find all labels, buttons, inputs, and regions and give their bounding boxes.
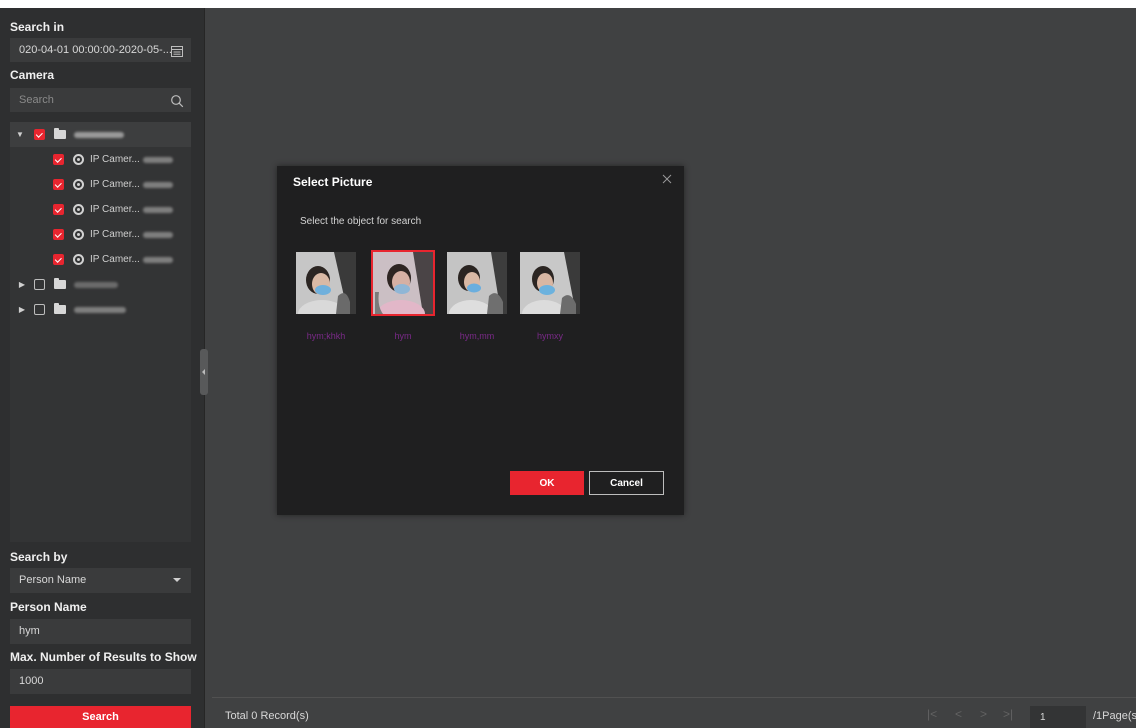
person-name-value: hym [19, 625, 40, 637]
page-number-input[interactable]: 1 [1030, 706, 1086, 728]
time-range-field[interactable]: 020-04-01 00:00:00-2020-05-... [10, 38, 191, 62]
device-checkbox[interactable] [34, 129, 45, 140]
total-records: Total 0 Record(s) [225, 710, 309, 722]
picture-thumbnail[interactable] [296, 252, 356, 314]
camera-address-redacted [142, 206, 173, 213]
next-page-icon[interactable]: > [980, 707, 987, 721]
dialog-instructions: Select the object for search [300, 216, 422, 227]
calendar-icon[interactable] [170, 43, 184, 57]
search-sidebar: Search in 020-04-01 00:00:00-2020-05-...… [0, 8, 205, 728]
chevron-right-icon[interactable]: ▶ [17, 305, 27, 315]
folder-icon [54, 278, 66, 289]
person-name-label: Person Name [10, 600, 87, 614]
max-results-input[interactable]: 1000 [10, 669, 191, 694]
tree-camera-row[interactable]: IP Camer... [10, 172, 191, 197]
tree-camera-row[interactable]: IP Camer... [10, 247, 191, 272]
camera-checkbox[interactable] [53, 179, 64, 190]
camera-checkbox[interactable] [53, 204, 64, 215]
camera-name: IP Camer... [90, 254, 140, 265]
previous-page-icon[interactable]: < [955, 707, 962, 721]
camera-address-redacted [142, 181, 173, 188]
camera-icon [73, 204, 84, 215]
search-by-value: Person Name [19, 574, 87, 586]
person-name-input[interactable]: hym [10, 619, 191, 644]
picture-thumbnail[interactable] [520, 252, 580, 314]
tree-camera-row[interactable]: IP Camer... [10, 222, 191, 247]
device-checkbox[interactable] [34, 304, 45, 315]
cancel-button[interactable]: Cancel [589, 471, 664, 495]
sidebar-collapse-handle[interactable] [200, 349, 208, 395]
camera-search-placeholder: Search [19, 94, 54, 106]
search-icon[interactable] [170, 93, 184, 108]
ok-button[interactable]: OK [510, 471, 584, 495]
search-by-label: Search by [10, 550, 68, 564]
tree-device-row[interactable]: ▶ [10, 297, 191, 322]
max-results-label: Max. Number of Results to Show [10, 650, 197, 664]
last-page-icon[interactable]: >| [1003, 707, 1013, 721]
tree-device-row[interactable]: ▼ [10, 122, 191, 147]
first-page-icon[interactable]: |< [927, 707, 937, 721]
camera-address-redacted [142, 256, 173, 263]
camera-checkbox[interactable] [53, 154, 64, 165]
camera-icon [73, 229, 84, 240]
tree-camera-row[interactable]: IP Camer... [10, 147, 191, 172]
camera-tree: ▼ IP Camer... IP Camer... IP Camer... IP… [10, 122, 191, 542]
camera-address-redacted [142, 156, 173, 163]
camera-label: Camera [10, 68, 55, 82]
folder-icon [54, 303, 66, 314]
window-top-strip [0, 0, 1136, 8]
search-by-dropdown[interactable]: Person Name [10, 568, 191, 593]
folder-icon [54, 128, 66, 139]
camera-name: IP Camer... [90, 229, 140, 240]
max-results-value: 1000 [19, 675, 44, 687]
camera-search-input[interactable]: Search [10, 88, 191, 112]
search-button[interactable]: Search [10, 706, 191, 728]
camera-name: IP Camer... [90, 204, 140, 215]
camera-icon [73, 179, 84, 190]
picture-name: hymxy [536, 331, 563, 341]
camera-icon [73, 154, 84, 165]
close-icon[interactable] [660, 172, 674, 186]
camera-icon [73, 254, 84, 265]
chevron-down-icon[interactable]: ▼ [15, 130, 25, 140]
picture-name: hym;khkh [306, 331, 346, 341]
picture-thumbnail[interactable] [371, 250, 435, 316]
camera-name: IP Camer... [90, 179, 140, 190]
chevron-right-icon[interactable]: ▶ [17, 280, 27, 290]
page-total: /1Page(s) [1093, 710, 1136, 722]
tree-device-row[interactable]: ▶ [10, 272, 191, 297]
results-footer: Total 0 Record(s) |< < > >| 1 /1Page(s) [212, 697, 1136, 728]
camera-checkbox[interactable] [53, 254, 64, 265]
time-range-value: 020-04-01 00:00:00-2020-05-... [19, 44, 172, 56]
device-address-redacted [74, 306, 126, 313]
camera-address-redacted [142, 231, 173, 238]
picture-name: hym [394, 331, 412, 341]
device-checkbox[interactable] [34, 279, 45, 290]
tree-camera-row[interactable]: IP Camer... [10, 197, 191, 222]
picture-thumbnail[interactable] [447, 252, 507, 314]
camera-name: IP Camer... [90, 154, 140, 165]
search-in-label: Search in [10, 20, 65, 34]
camera-checkbox[interactable] [53, 229, 64, 240]
select-picture-dialog: Select Picture Select the object for sea… [277, 166, 684, 515]
caret-down-icon[interactable] [173, 578, 181, 582]
picture-name: hym,mm [459, 331, 495, 341]
device-address-redacted [74, 281, 118, 288]
dialog-title: Select Picture [293, 175, 373, 189]
device-address-redacted [74, 131, 124, 138]
